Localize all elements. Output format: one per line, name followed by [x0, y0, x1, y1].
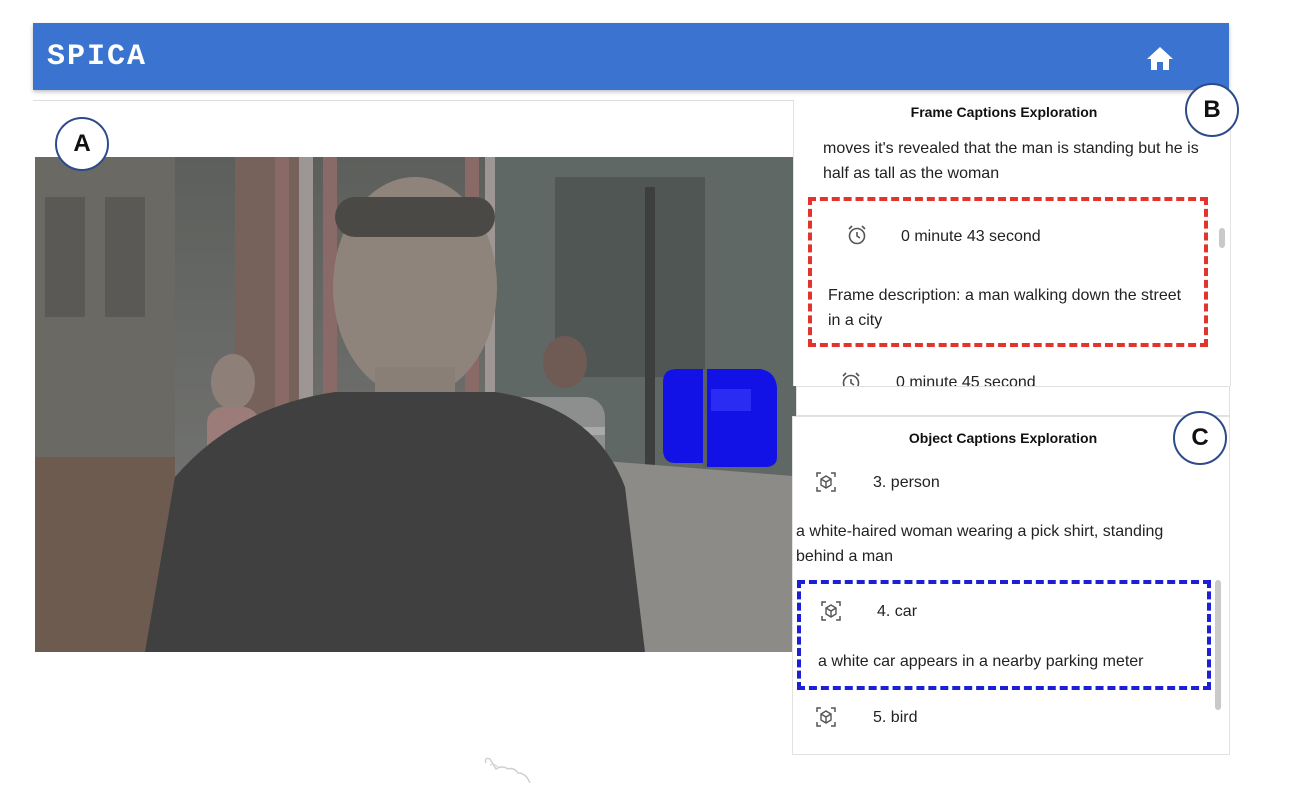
- frame-captions-panel: Frame Captions Exploration moves it's re…: [793, 100, 1231, 386]
- home-icon: [1147, 47, 1173, 70]
- cube-scan-icon: [816, 707, 836, 727]
- object-description: a white car appears in a nearby parking …: [818, 653, 1144, 670]
- object-label: 3. person: [873, 474, 940, 491]
- video-frame[interactable]: [35, 157, 805, 652]
- divider: [33, 100, 793, 101]
- label-b-badge: B: [1185, 83, 1239, 137]
- frame-time: 0 minute 43 second: [901, 228, 1041, 245]
- app-title: SPICA: [47, 40, 148, 74]
- object-label: 4. car: [877, 603, 918, 620]
- object-captions-panel: Object Captions Exploration 3. person a …: [792, 416, 1230, 755]
- hand-cursor-icon: [484, 757, 531, 784]
- frame-panel-title: Frame Captions Exploration: [910, 104, 1098, 120]
- alarm-clock-icon: [842, 372, 860, 386]
- object-description: a white-haired woman wearing a pick shir…: [796, 523, 1164, 565]
- cube-scan-icon: [816, 472, 836, 492]
- panel-separator: [796, 386, 1230, 416]
- cube-scan-icon: [821, 601, 841, 621]
- object-label: 5. bird: [873, 709, 918, 726]
- alarm-clock-icon: [848, 225, 866, 245]
- previous-caption-fragment: moves it's revealed that the man is stan…: [823, 140, 1199, 182]
- label-a-badge: A: [55, 117, 109, 171]
- label-c-badge: C: [1173, 411, 1227, 465]
- video-frame-image: [35, 157, 805, 652]
- object-panel-scrollbar[interactable]: [1215, 580, 1221, 710]
- object-panel-title: Object Captions Exploration: [908, 430, 1098, 446]
- frame-panel-scrollbar[interactable]: [1219, 228, 1225, 248]
- frame-time: 0 minute 45 second: [896, 374, 1036, 386]
- frame-description: Frame description: a man walking down th…: [828, 287, 1182, 329]
- app-bar: SPICA: [33, 23, 1229, 90]
- home-button[interactable]: [1145, 45, 1175, 71]
